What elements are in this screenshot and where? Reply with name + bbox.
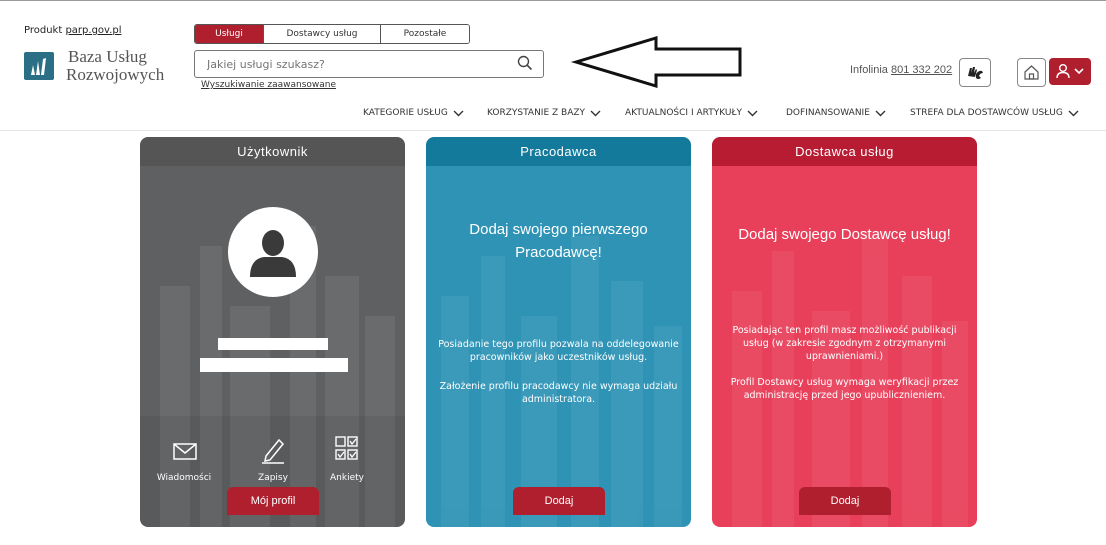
nav-strefa-dla-dostawcow[interactable]: STREFA DLA DOSTAWCÓW USŁUG — [910, 108, 1079, 118]
employer-card-description: Posiadanie tego profilu pozwala na oddel… — [438, 339, 679, 363]
surveys-action[interactable] — [335, 436, 359, 467]
messages-label[interactable]: Wiadomości — [149, 473, 219, 483]
nav-dofinansowanie[interactable]: DOFINANSOWANIE — [786, 108, 886, 118]
home-icon — [1024, 65, 1039, 80]
infolinia-number[interactable]: 801 332 202 — [891, 64, 952, 76]
enrollments-action[interactable] — [260, 436, 286, 469]
employer-card-note: Założenie profilu pracodawcy nie wymaga … — [439, 381, 678, 405]
provider-card-body: Dodaj swojego Dostawcę usług! Posiadając… — [712, 166, 977, 527]
provider-card: Dostawca usług Dodaj swojego Dostawcę us… — [712, 137, 977, 527]
advanced-search-link[interactable]: Wyszukiwanie zaawansowane — [201, 80, 336, 90]
logo-line-2: Rozwojowych — [66, 65, 165, 84]
search-type-tabs: Usługi Dostawcy usług Pozostałe — [194, 24, 470, 44]
search-box — [194, 50, 544, 78]
chevron-down-icon — [453, 110, 464, 116]
user-dropdown-icon — [1056, 63, 1084, 79]
nav-label: STREFA DLA DOSTAWCÓW USŁUG — [910, 108, 1063, 118]
pencil-icon — [262, 438, 285, 464]
tab-pozostale[interactable]: Pozostałe — [381, 25, 469, 43]
messages-action[interactable] — [173, 442, 197, 467]
infolinia-label: Infolinia — [850, 64, 888, 76]
user-menu-button[interactable] — [1049, 58, 1091, 85]
nav-label: KATEGORIE USŁUG — [363, 108, 448, 118]
surveys-label[interactable]: Ankiety — [312, 473, 382, 483]
nav-kategorie-uslug[interactable]: KATEGORIE USŁUG — [363, 108, 464, 118]
infolinia: Infolinia 801 332 202 — [850, 64, 952, 76]
home-button[interactable] — [1017, 58, 1046, 87]
bur-logo-icon[interactable] — [24, 52, 54, 80]
my-profile-button[interactable]: Mój profil — [227, 487, 319, 515]
add-employer-button[interactable]: Dodaj — [513, 487, 605, 515]
redacted-username — [218, 338, 328, 350]
chevron-down-icon — [1068, 110, 1079, 116]
nav-label: DOFINANSOWANIE — [786, 108, 870, 118]
envelope-icon — [173, 443, 197, 460]
logo-line-1: Baza Usług — [68, 47, 147, 66]
user-card: Użytkownik Wiadomości Zapisy Ankiety Mój… — [140, 137, 405, 527]
tab-uslugi[interactable]: Usługi — [195, 25, 264, 43]
chevron-down-icon — [590, 110, 601, 116]
checklist-icon — [335, 436, 358, 460]
nav-label: AKTUALNOŚCI I ARTYKUŁY — [625, 108, 743, 118]
top-border — [0, 0, 1106, 1]
redacted-email — [200, 358, 348, 372]
produkt-prefix: Produkt — [24, 25, 63, 36]
annotation-arrow-icon — [570, 36, 742, 88]
user-silhouette-icon — [250, 230, 296, 277]
employer-card-header: Pracodawca — [426, 137, 691, 166]
enrollments-label[interactable]: Zapisy — [238, 473, 308, 483]
nav-aktualnosci-i-artykuly[interactable]: AKTUALNOŚCI I ARTYKUŁY — [625, 108, 758, 118]
provider-card-header: Dostawca usług — [712, 137, 977, 166]
search-input[interactable] — [205, 55, 509, 73]
provider-card-description: Posiadając ten profil masz możliwość pub… — [732, 325, 957, 362]
nav-divider — [0, 130, 1106, 131]
provider-card-title: Dodaj swojego Dostawcę usług! — [738, 226, 951, 243]
sign-language-icon — [968, 67, 983, 79]
tab-dostawcy-uslug[interactable]: Dostawcy usług — [264, 25, 381, 43]
user-card-header: Użytkownik — [140, 137, 405, 166]
provider-card-note: Profil Dostawcy usług wymaga weryfikacji… — [730, 377, 959, 401]
avatar[interactable] — [228, 207, 318, 297]
employer-card-body: Dodaj swojego pierwszego Pracodawcę! Pos… — [426, 166, 691, 527]
sign-language-button[interactable] — [959, 58, 991, 87]
produkt-label: Produkt parp.gov.pl — [24, 25, 121, 36]
employer-card-title: Dodaj swojego pierwszego Pracodawcę! — [469, 221, 648, 261]
bur-logo-text[interactable]: Baza Usług Rozwojowych — [66, 48, 164, 84]
chevron-down-icon — [875, 110, 886, 116]
nav-korzystanie-z-bazy[interactable]: KORZYSTANIE Z BAZY — [487, 108, 601, 118]
user-card-body: Wiadomości Zapisy Ankiety — [140, 166, 405, 527]
chevron-down-icon — [747, 110, 758, 116]
search-icon[interactable] — [517, 55, 533, 76]
employer-card: Pracodawca Dodaj swojego pierwszego Prac… — [426, 137, 691, 527]
nav-label: KORZYSTANIE Z BAZY — [487, 108, 586, 118]
parp-link[interactable]: parp.gov.pl — [65, 25, 121, 36]
add-provider-button[interactable]: Dodaj — [799, 487, 891, 515]
